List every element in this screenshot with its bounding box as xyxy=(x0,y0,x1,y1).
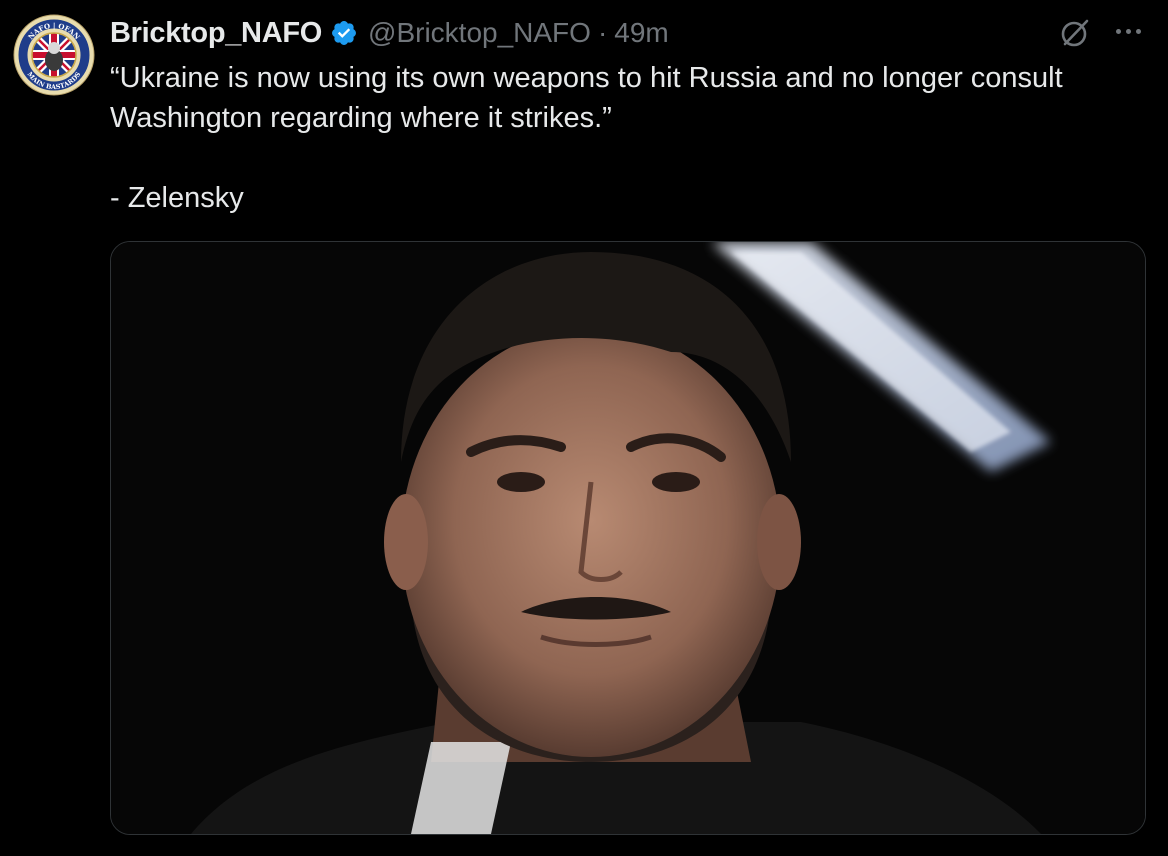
separator-dot: · xyxy=(597,17,608,48)
photo xyxy=(111,242,1145,834)
dot-icon xyxy=(1115,28,1121,34)
handle[interactable]: @Bricktop_NAFO xyxy=(368,17,591,49)
avatar[interactable]: NAFO | OFAN MAIN BASTARDS xyxy=(13,14,95,96)
tweet-text: “Ukraine is now using its own weapons to… xyxy=(110,62,1063,214)
dot-icon xyxy=(1135,28,1141,34)
verified-badge-icon[interactable] xyxy=(330,19,358,47)
tweet-media[interactable] xyxy=(110,241,1146,835)
display-name[interactable]: Bricktop_NAFO xyxy=(110,17,322,50)
dot-icon xyxy=(1125,28,1131,34)
grok-icon[interactable] xyxy=(1058,16,1092,50)
tweet-header: Bricktop_NAFO @Bricktop_NAFO · 49m xyxy=(110,14,669,52)
avatar-image: NAFO | OFAN MAIN BASTARDS xyxy=(13,14,95,96)
more-options-icon[interactable] xyxy=(1108,14,1148,48)
timestamp[interactable]: 49m xyxy=(614,17,668,49)
